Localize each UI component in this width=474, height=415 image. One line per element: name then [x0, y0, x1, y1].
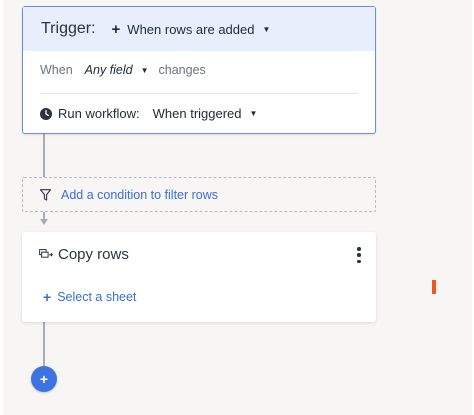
add-step-button[interactable]: +	[31, 366, 57, 392]
add-condition-box[interactable]: Add a condition to filter rows	[22, 177, 376, 212]
trigger-header: Trigger: + When rows are added ▼	[23, 7, 375, 51]
more-vertical-icon[interactable]	[356, 247, 362, 263]
dot	[357, 247, 361, 251]
copy-rows-icon	[39, 249, 53, 258]
filter-icon	[40, 188, 51, 201]
run-workflow-row: Run workflow: When triggered ▼	[40, 106, 257, 121]
connector-line-bottom	[43, 322, 45, 367]
caret-down-icon: ▼	[262, 24, 271, 34]
orange-marker	[432, 280, 436, 294]
run-workflow-value: When triggered	[152, 106, 242, 121]
add-condition-link[interactable]: Add a condition to filter rows	[61, 188, 218, 202]
action-title: Copy rows	[58, 246, 129, 263]
copy-rows-card[interactable]: Copy rows + Select a sheet	[22, 232, 376, 322]
run-workflow-label: Run workflow:	[58, 106, 140, 121]
caret-down-icon: ▼	[140, 65, 149, 75]
when-label: When	[40, 63, 73, 77]
trigger-card[interactable]: Trigger: + When rows are added ▼ When An…	[22, 6, 376, 134]
connector-line-top	[43, 134, 45, 177]
trigger-event-value: When rows are added	[127, 21, 255, 37]
caret-down-icon: ▼	[249, 109, 258, 118]
divider	[40, 93, 358, 94]
plus-icon: +	[43, 289, 52, 305]
workflow-canvas: Trigger: + When rows are added ▼ When An…	[0, 0, 474, 415]
when-row: When Any field ▼ changes	[40, 63, 206, 77]
field-dropdown[interactable]: Any field ▼	[85, 63, 149, 77]
action-title-row: Copy rows	[39, 246, 129, 263]
plus-icon: +	[39, 371, 49, 387]
left-edge	[0, 0, 3, 415]
connector-arrow	[40, 219, 48, 225]
plus-icon: +	[111, 20, 121, 38]
trigger-label: Trigger:	[41, 20, 96, 37]
trigger-event-dropdown[interactable]: + When rows are added ▼	[112, 22, 271, 37]
dot	[357, 253, 361, 257]
select-sheet-label: Select a sheet	[57, 290, 137, 304]
clock-icon	[40, 107, 52, 120]
dot	[357, 259, 361, 263]
changes-label: changes	[158, 63, 206, 77]
field-value: Any field	[84, 63, 133, 77]
run-workflow-dropdown[interactable]: When triggered ▼	[153, 106, 258, 121]
select-sheet-link[interactable]: + Select a sheet	[43, 290, 136, 304]
